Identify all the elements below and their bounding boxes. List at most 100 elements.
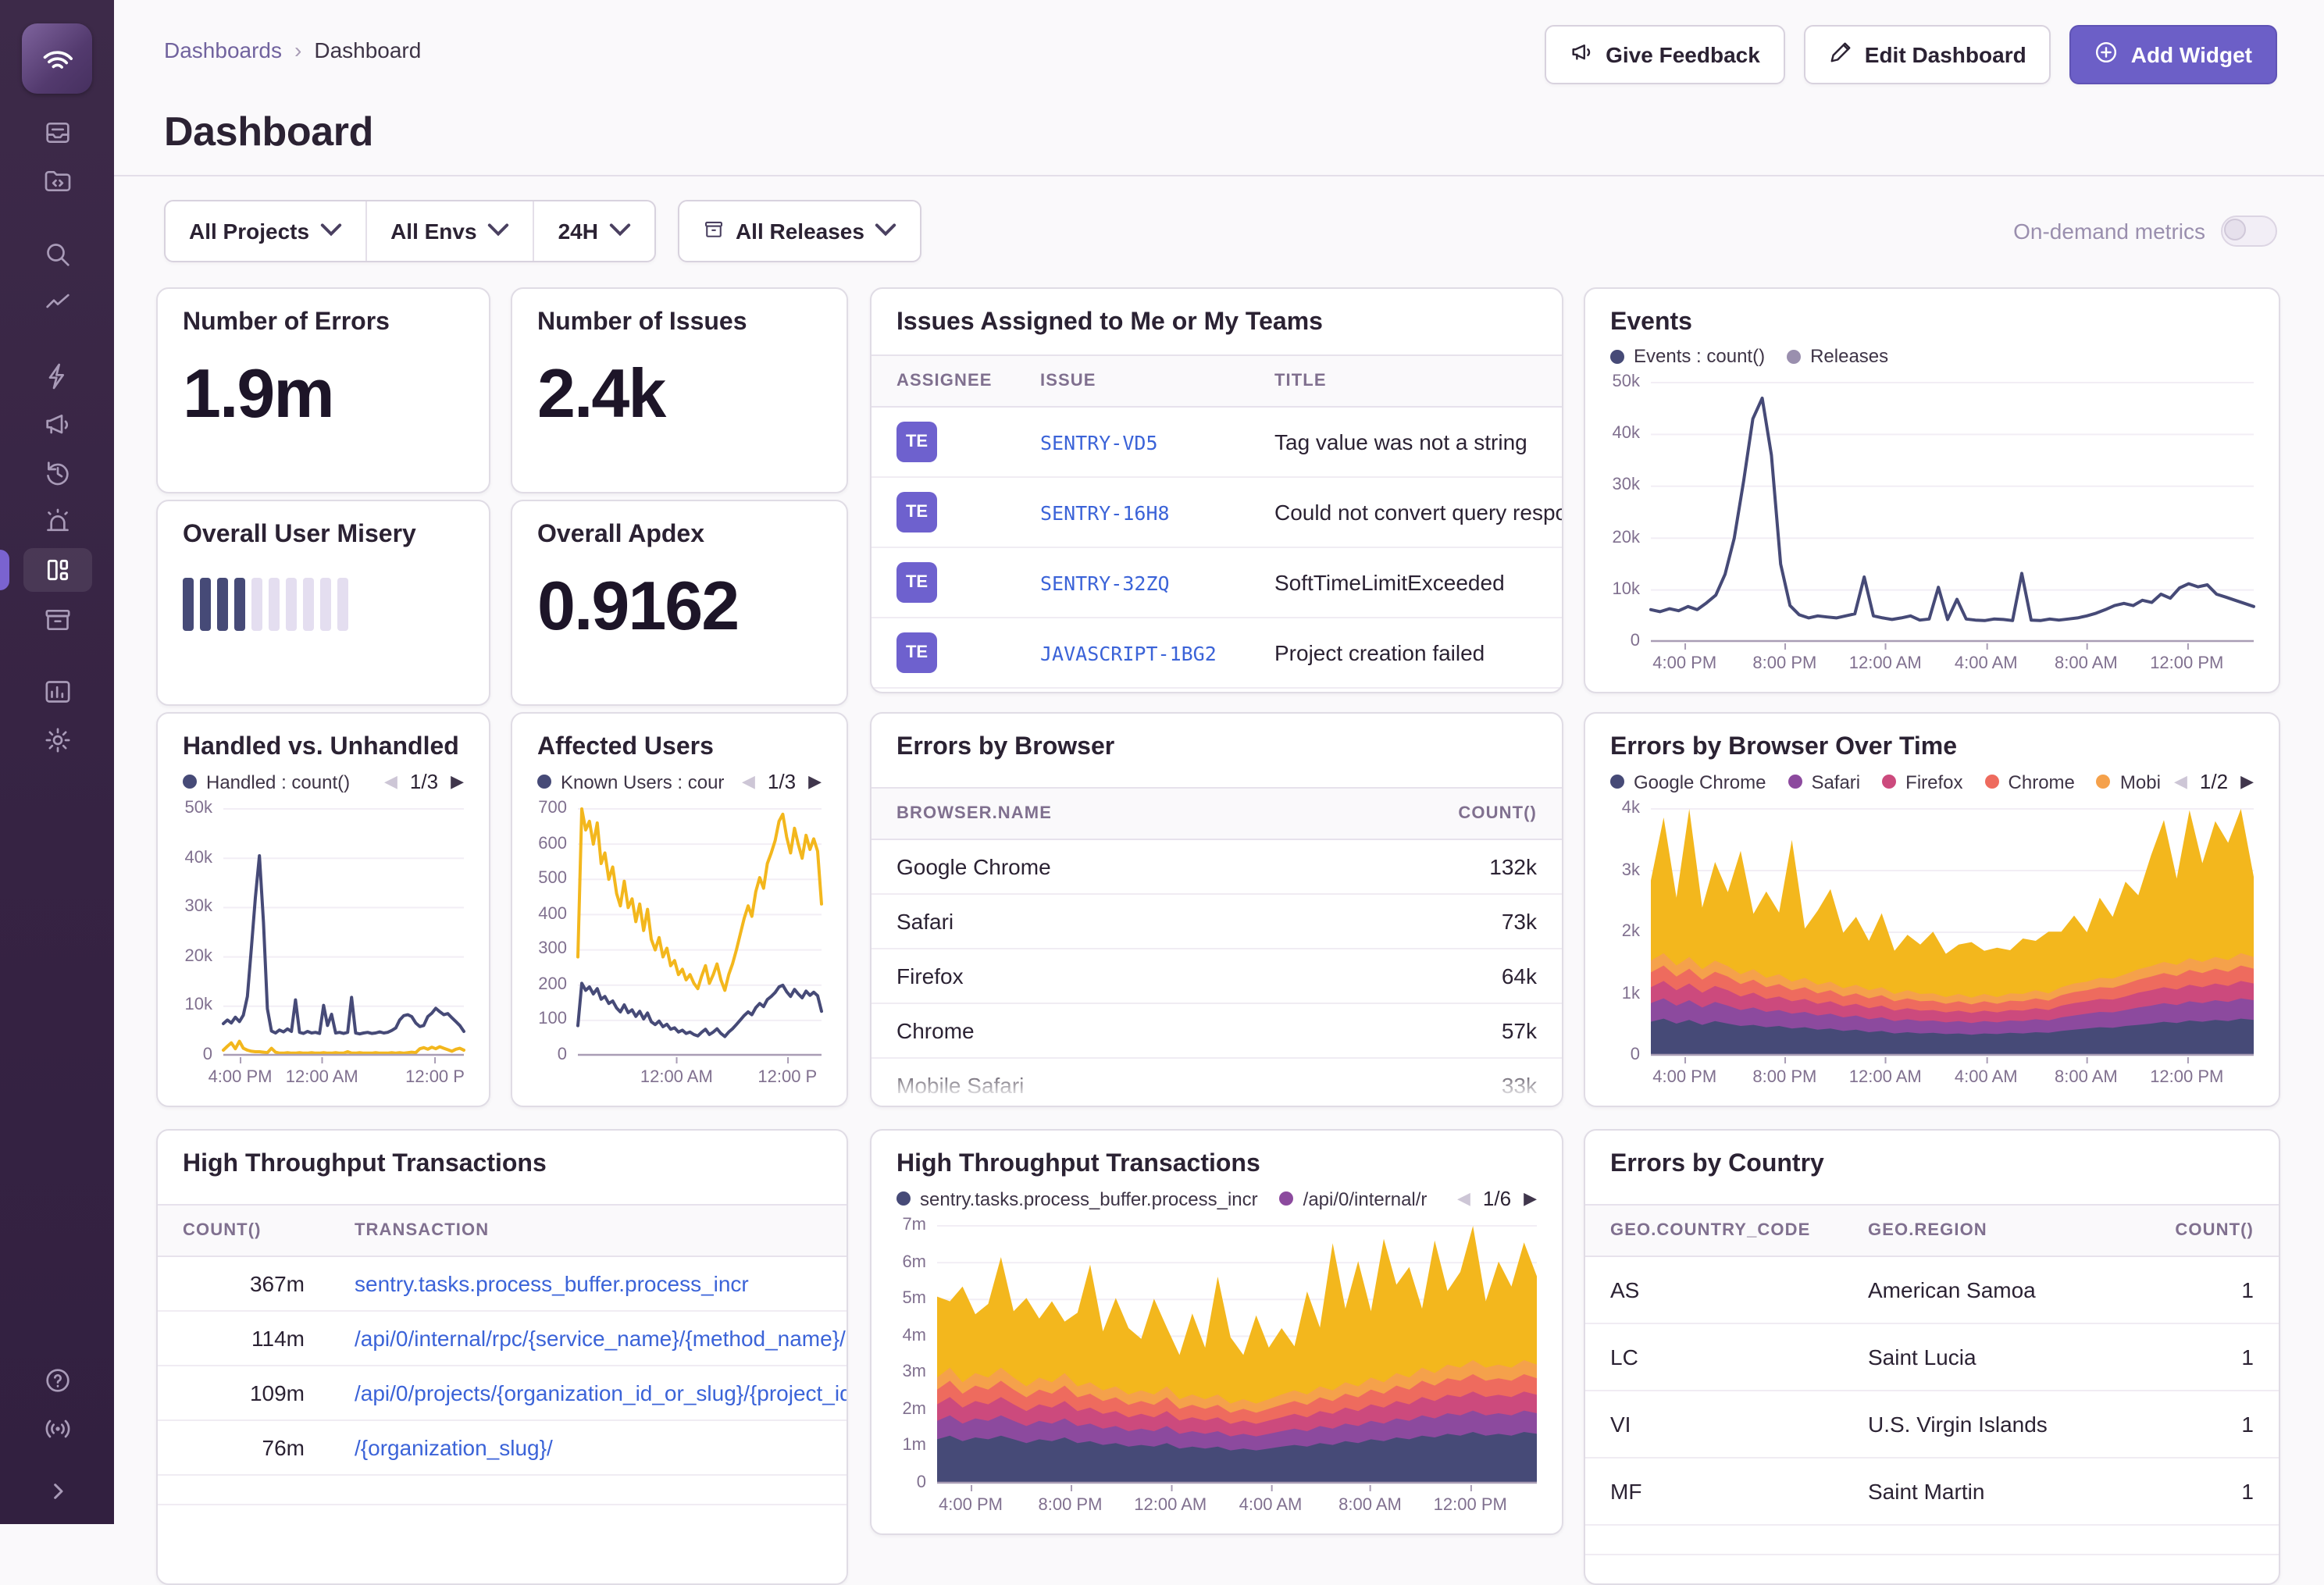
legend-dot-icon [1280, 1191, 1294, 1206]
legend-dot-icon [1610, 349, 1624, 363]
issue-link[interactable]: SENTRY-32ZQ [1015, 547, 1249, 618]
col-title[interactable]: TITLE [1249, 355, 1562, 407]
next-page-icon[interactable]: ▶ [2240, 771, 2254, 792]
envs-filter-label: All Envs [390, 219, 477, 244]
col-count[interactable]: COUNT() [2138, 1205, 2279, 1256]
sidebar-item-settings[interactable] [23, 718, 91, 762]
affected-users-x-axis: 12:00 AM12:00 P [578, 1057, 822, 1096]
legend-item[interactable]: Releases [1787, 345, 1888, 367]
envs-filter[interactable]: All Envs [365, 201, 533, 261]
affected-users-legend: Known Users : cour [537, 771, 729, 792]
col-count[interactable]: COUNT() [158, 1205, 330, 1256]
sidebar-item-projects[interactable] [23, 159, 91, 203]
legend-dot-icon [1882, 775, 1896, 789]
sidebar-item-performance[interactable] [23, 281, 91, 325]
legend-dot-icon [1610, 775, 1624, 789]
breadcrumb-dashboards[interactable]: Dashboards [164, 37, 282, 62]
prev-page-icon[interactable]: ◀ [742, 771, 755, 792]
sidebar-item-user-feedback[interactable] [23, 403, 91, 447]
widget-title: High Throughput Transactions [158, 1131, 847, 1182]
col-transaction[interactable]: TRANSACTION [330, 1205, 847, 1256]
sidebar-item-issues[interactable] [23, 111, 91, 155]
browser-over-time-y-axis: 01k2k3k4k [1598, 809, 1651, 1056]
number-of-errors-value: 1.9m [158, 340, 489, 434]
sidebar-item-releases[interactable] [23, 598, 91, 642]
legend-item[interactable]: /api/0/internal/r [1280, 1188, 1428, 1209]
transaction-link[interactable]: /{organization_slug}/ [330, 1420, 847, 1475]
browser-over-time-x-axis: 4:00 PM8:00 PM12:00 AM4:00 AM8:00 AM12:0… [1651, 1057, 2254, 1096]
misery-bar [234, 578, 245, 631]
legend-item[interactable]: Known Users : cour [537, 771, 724, 792]
legend-item[interactable]: Mobile S [2097, 771, 2162, 792]
col-region[interactable]: GEO.REGION [1843, 1205, 2138, 1256]
high-throughput-table: COUNT() TRANSACTION 367msentry.tasks.pro… [158, 1204, 847, 1505]
sidebar-collapse-button[interactable] [23, 1469, 91, 1513]
table-row: TE SENTRY-VD5 Tag value was not a string [872, 407, 1562, 477]
sidebar-item-replays[interactable] [23, 451, 91, 495]
sidebar-item-broadcast[interactable] [23, 1407, 91, 1451]
assignee-avatar[interactable]: TE [896, 492, 937, 532]
next-page-icon[interactable]: ▶ [1524, 1188, 1537, 1209]
prev-page-icon[interactable]: ◀ [1457, 1188, 1470, 1209]
next-page-icon[interactable]: ▶ [808, 771, 822, 792]
table-row: 114m/api/0/internal/rpc/{service_name}/{… [158, 1311, 847, 1366]
releases-filter[interactable]: All Releases [678, 200, 922, 262]
prev-page-icon[interactable]: ◀ [2174, 771, 2187, 792]
apdex-value: 0.9162 [512, 553, 847, 646]
events-x-axis: 4:00 PM8:00 PM12:00 AM4:00 AM8:00 AM12:0… [1651, 643, 2254, 682]
sidebar-item-stats[interactable] [23, 670, 91, 714]
browser-over-time-plot [1651, 809, 2254, 1056]
issue-link[interactable]: SENTRY-16H8 [1015, 477, 1249, 547]
widget-handled-vs-unhandled: Handled vs. Unhandled Handled : count() … [156, 712, 490, 1107]
releases-box-icon [703, 218, 725, 244]
issue-link[interactable]: SENTRY-VD5 [1015, 407, 1249, 477]
transaction-link[interactable]: sentry.tasks.process_buffer.process_incr [330, 1256, 847, 1311]
legend-item[interactable]: Events : count() [1610, 345, 1765, 367]
ondemand-metrics-toggle[interactable] [2221, 215, 2277, 247]
col-country-code[interactable]: GEO.COUNTRY_CODE [1585, 1205, 1843, 1256]
period-filter[interactable]: 24H [533, 201, 654, 261]
errors-by-country-table: GEO.COUNTRY_CODE GEO.REGION COUNT() ASAm… [1585, 1204, 2279, 1555]
sentry-logo-icon[interactable] [22, 23, 92, 94]
legend-item[interactable]: Firefox [1882, 771, 1962, 792]
col-browser-name[interactable]: BROWSER.NAME [872, 788, 1359, 839]
sidebar-item-dashboards[interactable] [23, 548, 91, 592]
edit-dashboard-button[interactable]: Edit Dashboard [1804, 25, 2051, 84]
give-feedback-button[interactable]: Give Feedback [1545, 25, 1785, 84]
legend-dot-icon [896, 1191, 911, 1206]
legend-item[interactable]: Handled : count() [183, 771, 350, 792]
legend-dot-icon [537, 775, 551, 789]
col-assignee[interactable]: ASSIGNEE [872, 355, 1015, 407]
transaction-link[interactable]: /api/0/projects/{organization_id_or_slug… [330, 1366, 847, 1420]
legend-item[interactable]: Google Chrome [1610, 771, 1766, 792]
page-header: Dashboards › Dashboard Dashboard Give Fe… [114, 0, 2324, 176]
projects-filter[interactable]: All Projects [166, 201, 365, 261]
widget-title: Number of Issues [512, 289, 847, 340]
widget-errors-by-browser-over-time: Errors by Browser Over Time Google Chrom… [1584, 712, 2280, 1107]
high-throughput-legend: sentry.tasks.process_buffer.process_incr… [896, 1188, 1445, 1209]
sidebar-item-help[interactable] [23, 1359, 91, 1402]
table-row: Chrome57k [872, 1003, 1562, 1058]
assignee-avatar[interactable]: TE [896, 632, 937, 673]
table-row [158, 1475, 847, 1505]
col-issue[interactable]: ISSUE [1015, 355, 1249, 407]
affected-users-pager: ◀1/3▶ [742, 770, 822, 793]
assignee-avatar[interactable]: TE [896, 422, 937, 462]
sidebar-item-alerts[interactable] [23, 500, 91, 543]
assignee-avatar[interactable]: TE [896, 562, 937, 603]
prev-page-icon[interactable]: ◀ [384, 771, 397, 792]
transaction-link[interactable]: /api/0/internal/rpc/{service_name}/{meth… [330, 1311, 847, 1366]
next-page-icon[interactable]: ▶ [451, 771, 464, 792]
handled-pager: ◀1/3▶ [384, 770, 464, 793]
handled-x-axis: 4:00 PM12:00 AM12:00 P [223, 1057, 464, 1096]
legend-item[interactable]: Safari [1788, 771, 1860, 792]
sidebar-item-search[interactable] [23, 233, 91, 276]
add-widget-button[interactable]: Add Widget [2070, 25, 2277, 84]
col-count[interactable]: COUNT() [1359, 788, 1562, 839]
browser-over-time-pager: ◀1/2▶ [2174, 770, 2254, 793]
legend-item[interactable]: sentry.tasks.process_buffer.process_incr [896, 1188, 1258, 1209]
sidebar-item-lightning[interactable] [23, 354, 91, 398]
misery-bar [183, 578, 194, 631]
legend-item[interactable]: Chrome [1985, 771, 2075, 792]
issue-link[interactable]: JAVASCRIPT-1BG2 [1015, 618, 1249, 688]
